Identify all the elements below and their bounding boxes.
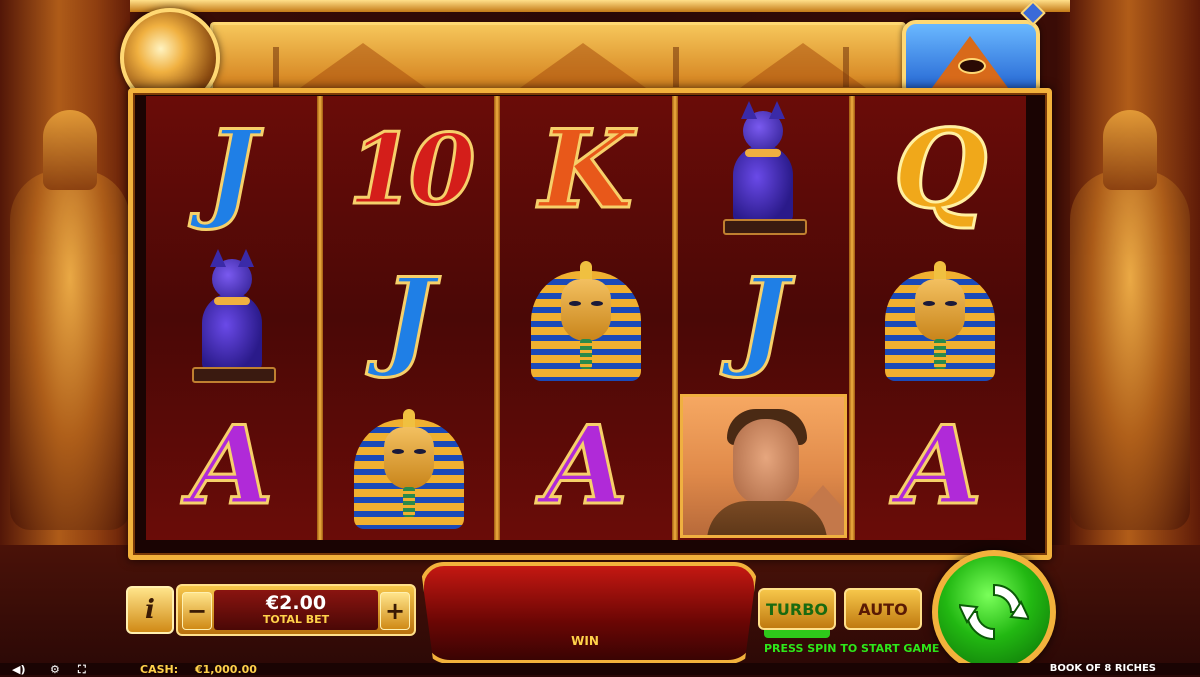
- explorer-symbol: [679, 394, 847, 538]
- reel-cell: J: [323, 244, 494, 392]
- cash-value: €1,000.00: [195, 663, 257, 676]
- reel-cell: J: [678, 244, 849, 392]
- reel-1: J A: [146, 96, 324, 540]
- spin-button[interactable]: [932, 550, 1056, 674]
- reel-cell: A: [146, 392, 317, 540]
- bet-display: €2.00 TOTAL BET: [214, 590, 378, 630]
- autoplay-button[interactable]: AUTO: [844, 588, 922, 630]
- total-bet-value: €2.00: [265, 592, 327, 614]
- symbol-j: J: [736, 255, 790, 381]
- symbol-j: J: [205, 107, 259, 233]
- game-title: BOOK OF 8 RICHES: [1049, 663, 1156, 674]
- reel-cell: [500, 244, 671, 392]
- reel-5: Q A: [854, 96, 1027, 540]
- increase-bet-button[interactable]: +: [380, 592, 410, 630]
- reel-cell: A: [500, 392, 671, 540]
- reel-cell: A: [855, 392, 1026, 540]
- reel-2: 10 J: [323, 96, 501, 540]
- reel-cell: [855, 244, 1026, 392]
- gear-icon[interactable]: ⚙: [50, 663, 60, 676]
- reel-cell: K: [500, 96, 671, 244]
- decrease-bet-button[interactable]: −: [182, 592, 212, 630]
- cash-label: CASH:: [140, 663, 179, 676]
- symbol-10: 10: [347, 113, 478, 226]
- reel-4: J: [677, 96, 855, 540]
- symbol-a: A: [188, 403, 275, 529]
- win-label: WIN: [571, 634, 599, 648]
- symbol-j: J: [382, 255, 436, 381]
- turbo-button[interactable]: TURBO: [758, 588, 836, 638]
- bastet-cat-symbol: [723, 101, 808, 235]
- info-button[interactable]: i: [126, 586, 174, 634]
- top-gold-bar: [130, 0, 1070, 12]
- reel-cell: J: [146, 96, 317, 244]
- bastet-cat-symbol: [191, 249, 276, 383]
- total-bet-label: TOTAL BET: [262, 613, 330, 626]
- symbol-a: A: [897, 403, 984, 529]
- win-panel: [420, 562, 758, 664]
- reel-cell: [323, 392, 494, 540]
- pharaoh-mask-symbol: [885, 251, 996, 386]
- symbol-q: Q: [892, 107, 989, 233]
- reels-grid: J A 10 J K A J Q A: [146, 96, 1027, 540]
- status-bar: ◀) ⚙ ⛶ CASH: €1,000.00 BOOK OF 8 RICHES: [0, 663, 1200, 676]
- pharaoh-mask-symbol: [531, 251, 641, 386]
- refresh-arrows-icon: [959, 583, 1029, 641]
- reel-cell: [678, 392, 849, 540]
- symbol-a: A: [543, 403, 630, 529]
- reel-cell: Q: [855, 96, 1026, 244]
- press-spin-hint: PRESS SPIN TO START GAME: [764, 642, 940, 655]
- reel-3: K A: [500, 96, 678, 540]
- reel-cell: 10: [323, 96, 494, 244]
- desert-banner: [210, 22, 906, 96]
- right-statue: [1070, 110, 1190, 530]
- bet-panel: − €2.00 TOTAL BET +: [176, 584, 416, 636]
- speaker-icon[interactable]: ◀): [12, 663, 26, 676]
- left-statue: [10, 110, 130, 530]
- symbol-k: K: [538, 107, 635, 233]
- pharaoh-mask-symbol: [353, 399, 464, 534]
- reel-cell: [678, 96, 849, 244]
- reel-cell: [146, 244, 317, 392]
